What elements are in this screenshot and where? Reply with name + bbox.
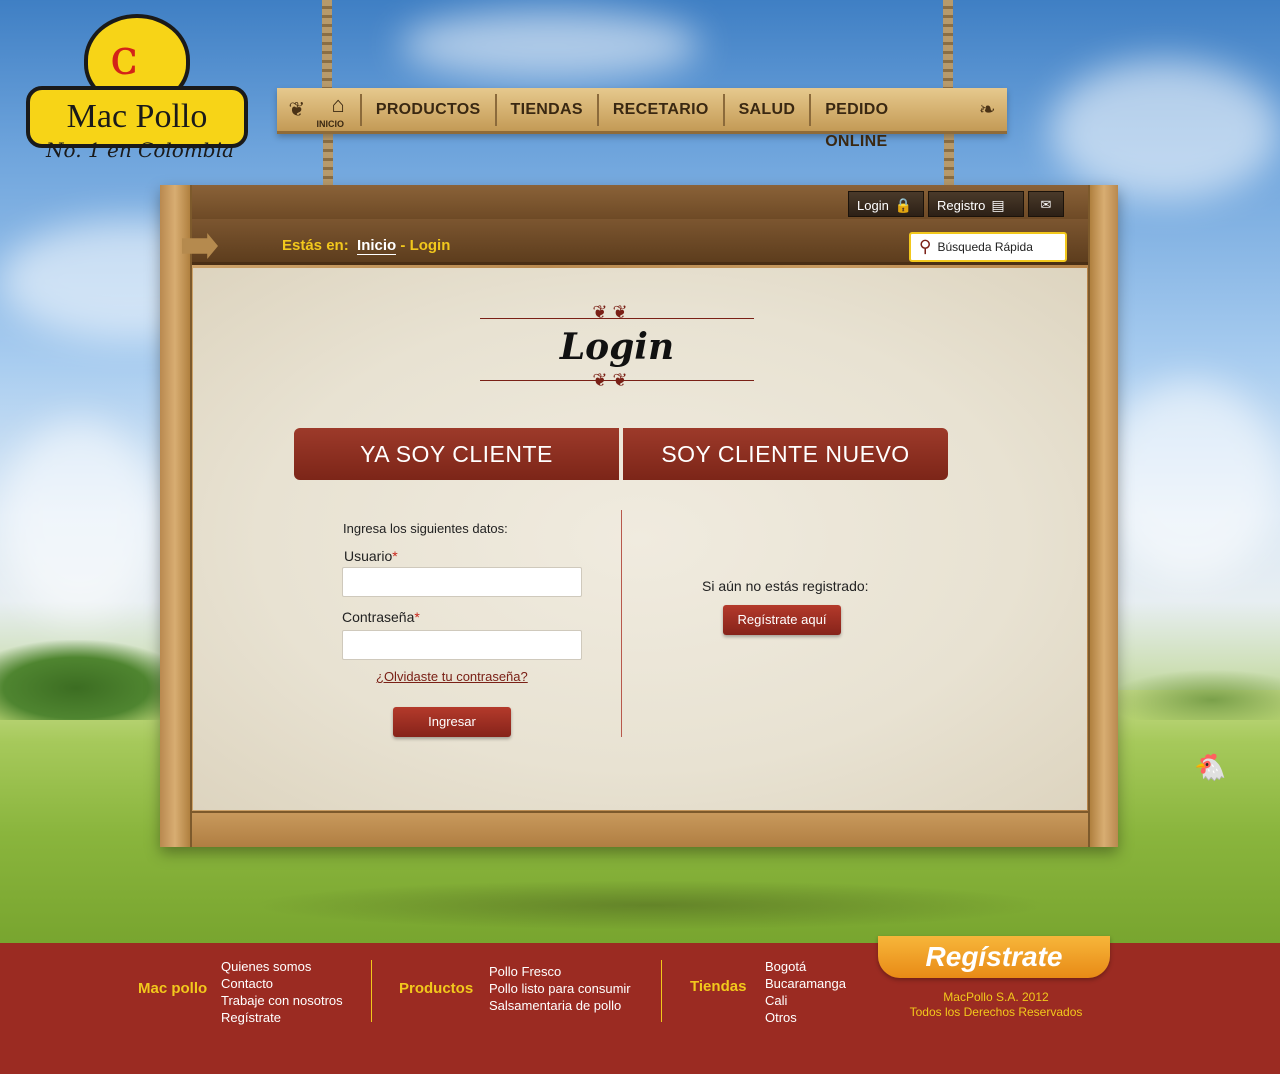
breadcrumb-current: Login	[409, 237, 451, 254]
footer-link[interactable]: Bucaramanga	[765, 975, 846, 992]
tab-existing-client[interactable]: YA SOY CLIENTE	[294, 428, 619, 480]
ingresar-button[interactable]: Ingresar	[393, 707, 511, 737]
nav-salud[interactable]: SALUD	[722, 93, 810, 126]
footer-link[interactable]: Pollo listo para consumir	[489, 980, 631, 997]
footer-link[interactable]: Otros	[765, 1009, 846, 1026]
heading-rule	[480, 318, 754, 319]
required-mark: *	[414, 609, 420, 625]
hen-icon: 🐔	[1194, 752, 1227, 782]
search-placeholder: Búsqueda Rápida	[937, 240, 1033, 254]
footer-macpollo-title: Mac pollo	[138, 980, 208, 997]
password-field[interactable]	[342, 630, 582, 660]
footer-link[interactable]: Salsamentaria de pollo	[489, 997, 631, 1014]
footer-link[interactable]: Cali	[765, 992, 846, 1009]
footer-link[interactable]: Contacto	[221, 975, 343, 992]
trees	[1110, 670, 1280, 720]
board-shadow	[250, 880, 1050, 930]
flourish-icon: ❦ ❦	[592, 302, 628, 322]
nav-pedido-online[interactable]: PEDIDO ONLINE	[809, 93, 967, 150]
copyright-line2: Todos los Derechos Reservados	[909, 1005, 1083, 1019]
footer-link[interactable]: Pollo Fresco	[489, 963, 631, 980]
flourish-icon: ❦ ❦	[592, 370, 628, 390]
content-board: Login 🔒 Registro ▤ ✉ Estás en: Inicio - Lo…	[160, 185, 1118, 847]
rope	[323, 134, 333, 186]
form-intro: Ingresa los siguientes datos:	[343, 521, 508, 536]
nav-home-label: INICIO	[316, 118, 344, 129]
footer-productos-links: Pollo Fresco Pollo listo para consumir S…	[489, 963, 631, 1014]
required-mark: *	[392, 548, 398, 564]
footer-tiendas-links: Bogotá Bucaramanga Cali Otros	[765, 958, 846, 1026]
login-label: Login	[857, 198, 889, 213]
left-post	[160, 185, 192, 847]
nav-productos[interactable]: PRODUCTOS	[359, 93, 495, 126]
footer-link[interactable]: Bogotá	[765, 958, 846, 975]
rope	[322, 0, 332, 90]
tab-new-client[interactable]: SOY CLIENTE NUEVO	[623, 428, 948, 480]
login-button[interactable]: Login 🔒	[848, 191, 924, 217]
page-title: Login	[559, 326, 675, 368]
column-divider	[621, 510, 622, 737]
page-heading: ❦ ❦ Login ❦ ❦	[320, 300, 754, 400]
breadcrumb: Estás en: Inicio - Login	[282, 237, 451, 255]
password-label-text: Contraseña	[342, 609, 415, 625]
user-field[interactable]	[342, 567, 582, 597]
copyright-line1: MacPollo S.A. 2012	[943, 990, 1049, 1004]
cloud	[0, 420, 160, 620]
main-nav: ❦ ⌂ INICIO PRODUCTOS TIENDAS RECETARIO S…	[277, 87, 1007, 150]
breadcrumb-prefix: Estás en:	[282, 237, 349, 254]
rope	[944, 134, 954, 186]
footer-link[interactable]: Regístrate	[221, 1009, 343, 1026]
footer-separator	[371, 960, 372, 1022]
footer-register-tab[interactable]: Regístrate	[878, 936, 1110, 978]
register-here-button[interactable]: Regístrate aquí	[723, 605, 841, 635]
footer-tiendas-title: Tiendas	[690, 978, 747, 995]
password-label: Contraseña*	[342, 609, 420, 625]
registro-button[interactable]: Registro ▤	[928, 191, 1024, 217]
bottom-plank	[192, 811, 1088, 847]
cloud	[400, 10, 700, 80]
lock-icon: 🔒	[894, 197, 913, 213]
ornament-icon: ❦	[288, 99, 306, 121]
ornament-icon: ❧	[978, 99, 996, 121]
footer-link[interactable]: Quienes somos	[221, 958, 343, 975]
document-icon: ▤	[991, 197, 1005, 213]
nav-tiendas[interactable]: TIENDAS	[494, 93, 597, 126]
nav-home[interactable]: ⌂ INICIO	[316, 87, 359, 133]
footer-link[interactable]: Trabaje con nosotros	[221, 992, 343, 1009]
cloud	[1050, 60, 1280, 200]
rope	[943, 0, 953, 90]
copyright: MacPollo S.A. 2012 Todos los Derechos Re…	[896, 990, 1096, 1020]
registro-label: Registro	[937, 198, 986, 213]
footer-productos-title: Productos	[399, 980, 474, 997]
footer-macpollo-links: Quienes somos Contacto Trabaje con nosot…	[221, 958, 343, 1026]
register-note: Si aún no estás registrado:	[702, 578, 869, 594]
forgot-password-link[interactable]: ¿Olvidaste tu contraseña?	[376, 669, 528, 684]
user-label: Usuario*	[344, 548, 398, 564]
footer-separator	[661, 960, 662, 1022]
search-input[interactable]: ⚲ Búsqueda Rápida	[909, 232, 1067, 262]
user-label-text: Usuario	[344, 548, 393, 564]
envelope-icon: ✉	[1040, 197, 1052, 212]
nav-recetario[interactable]: RECETARIO	[596, 93, 723, 126]
breadcrumb-separator: -	[400, 237, 406, 254]
home-icon: ⌂	[331, 91, 345, 117]
breadcrumb-home[interactable]: Inicio	[357, 237, 397, 255]
cloud	[1100, 380, 1280, 580]
brand-logo[interactable]: ᴄ Mac Pollo No. 1 en Colombia	[26, 14, 248, 164]
right-post	[1088, 185, 1118, 847]
brand-tagline: No. 1 en Colombia	[46, 138, 234, 162]
search-icon: ⚲	[919, 237, 932, 256]
contact-button[interactable]: ✉	[1028, 191, 1064, 217]
